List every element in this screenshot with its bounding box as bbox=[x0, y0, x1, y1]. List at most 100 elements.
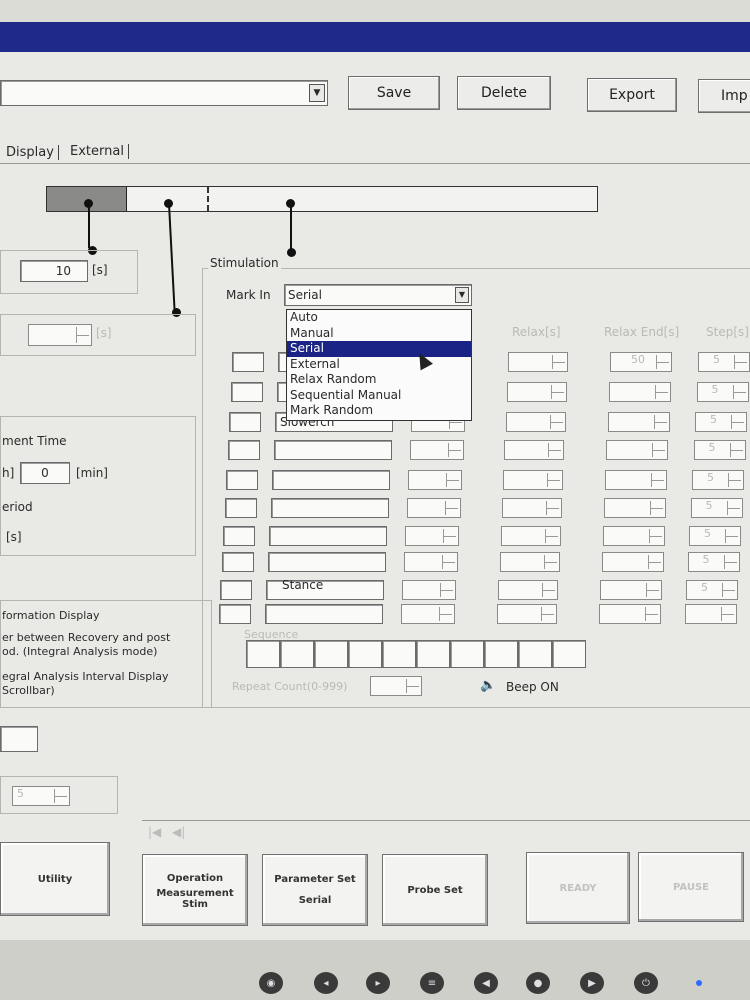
row-value-stepper[interactable] bbox=[405, 526, 459, 546]
row-relax-end-stepper[interactable] bbox=[600, 580, 663, 600]
menu-icon[interactable]: ≡ bbox=[420, 972, 444, 994]
row-value-stepper[interactable] bbox=[402, 580, 456, 600]
dropdown-option[interactable]: External bbox=[287, 357, 471, 373]
left-arrow-icon[interactable]: ◀ bbox=[474, 972, 498, 994]
row-relax-stepper[interactable] bbox=[498, 580, 559, 600]
row-value-stepper[interactable] bbox=[406, 498, 461, 518]
scroll-prev-icon[interactable]: ◀| bbox=[172, 825, 185, 839]
row-index-field[interactable] bbox=[226, 470, 258, 490]
row-step-stepper[interactable]: 5 bbox=[686, 580, 738, 600]
left-spin-stepper[interactable]: 5 bbox=[12, 786, 70, 806]
minute-input[interactable]: 0 bbox=[20, 462, 70, 484]
speaker-icon[interactable]: 🔈 bbox=[480, 678, 496, 693]
row-step-stepper[interactable]: 5 bbox=[695, 412, 747, 432]
parameter-set-button[interactable]: Parameter Set Serial bbox=[262, 854, 368, 926]
mark-in-dropdown-list[interactable]: Auto Manual Serial External Relax Random… bbox=[286, 309, 472, 421]
row-name-field[interactable] bbox=[269, 526, 387, 546]
bottom-scroll-track[interactable]: |◀ ◀| bbox=[142, 820, 750, 844]
row-value-stepper[interactable] bbox=[409, 440, 464, 460]
ready-button[interactable]: READY bbox=[526, 852, 630, 924]
row-value-stepper[interactable] bbox=[400, 604, 455, 624]
export-button[interactable]: Export bbox=[587, 78, 677, 112]
sequence-cell[interactable] bbox=[552, 640, 586, 668]
volume-up-icon[interactable]: ▸ bbox=[366, 972, 390, 994]
row-step-stepper[interactable]: 5 bbox=[687, 552, 740, 572]
operation-button[interactable]: Operation Measurement Stim bbox=[142, 854, 248, 926]
pause-button[interactable]: PAUSE bbox=[638, 852, 744, 922]
row-relax-end-stepper[interactable] bbox=[605, 470, 668, 490]
row-index-field[interactable] bbox=[232, 352, 264, 372]
row-index-field[interactable] bbox=[221, 552, 254, 572]
monitor-button-icon[interactable]: ◉ bbox=[259, 972, 283, 994]
row-index-field[interactable] bbox=[227, 440, 260, 460]
left-small-field[interactable] bbox=[0, 726, 38, 752]
chevron-down-icon[interactable]: ▼ bbox=[309, 84, 325, 102]
row-step-stepper[interactable]: 5 bbox=[689, 526, 741, 546]
dropdown-option[interactable]: Relax Random bbox=[287, 372, 471, 388]
row-relax-end-stepper[interactable] bbox=[606, 440, 669, 460]
row-relax-end-stepper[interactable] bbox=[604, 498, 666, 518]
preset-select[interactable]: ▼ bbox=[0, 80, 328, 106]
dropdown-option[interactable]: Sequential Manual bbox=[287, 388, 471, 404]
row-index-field[interactable] bbox=[230, 382, 263, 402]
row-relax-stepper[interactable] bbox=[504, 440, 565, 460]
row-relax-stepper[interactable] bbox=[506, 382, 567, 402]
sequence-cell[interactable] bbox=[348, 640, 382, 668]
row-step-stepper[interactable]: 5 bbox=[696, 382, 749, 402]
mark-in-select[interactable]: Serial ▼ bbox=[284, 284, 472, 306]
row-index-field[interactable] bbox=[224, 498, 257, 518]
import-button[interactable]: Imp bbox=[698, 79, 750, 113]
row-index-field[interactable] bbox=[223, 526, 255, 546]
row-step-stepper[interactable]: 5 bbox=[698, 352, 750, 372]
tab-display[interactable]: Display bbox=[6, 145, 59, 160]
sequence-cell[interactable] bbox=[246, 640, 280, 668]
sequence-cell[interactable] bbox=[518, 640, 552, 668]
sequence-cell[interactable] bbox=[484, 640, 518, 668]
row-relax-stepper[interactable] bbox=[505, 412, 566, 432]
timer-input[interactable]: 10 bbox=[20, 260, 88, 282]
row-name-field[interactable] bbox=[267, 552, 386, 572]
row-relax-end-stepper[interactable] bbox=[599, 604, 662, 624]
row-name-field[interactable] bbox=[264, 604, 383, 624]
utility-button[interactable]: Utility bbox=[0, 842, 110, 916]
row-relax-stepper[interactable] bbox=[500, 526, 561, 546]
row-relax-end-stepper[interactable] bbox=[608, 382, 671, 402]
repeat-count-stepper[interactable] bbox=[370, 676, 422, 696]
row-relax-stepper[interactable] bbox=[508, 352, 568, 372]
row-relax-end-stepper[interactable] bbox=[602, 526, 665, 546]
row-step-stepper[interactable] bbox=[684, 604, 737, 624]
row-index-field[interactable] bbox=[229, 412, 261, 432]
row-step-stepper[interactable]: 5 bbox=[693, 440, 746, 460]
select-icon[interactable]: ● bbox=[526, 972, 550, 994]
dropdown-option-selected[interactable]: Serial bbox=[287, 341, 471, 357]
row-relax-end-stepper[interactable] bbox=[601, 552, 664, 572]
sequence-cell[interactable] bbox=[450, 640, 484, 668]
row-relax-stepper[interactable] bbox=[503, 470, 564, 490]
row-name-field[interactable] bbox=[272, 470, 390, 490]
row-index-field[interactable] bbox=[220, 580, 252, 600]
scroll-start-icon[interactable]: |◀ bbox=[148, 825, 161, 839]
probe-set-button[interactable]: Probe Set bbox=[382, 854, 488, 926]
right-arrow-icon[interactable]: ▶ bbox=[580, 972, 604, 994]
row-relax-stepper[interactable] bbox=[499, 552, 560, 572]
volume-down-icon[interactable]: ◂ bbox=[314, 972, 338, 994]
row-relax-stepper[interactable] bbox=[497, 604, 558, 624]
sequence-cell[interactable] bbox=[416, 640, 450, 668]
dropdown-option[interactable]: Auto bbox=[287, 310, 471, 326]
delete-button[interactable]: Delete bbox=[457, 76, 551, 110]
chevron-down-icon[interactable]: ▼ bbox=[455, 287, 469, 303]
tab-external[interactable]: External bbox=[70, 144, 129, 159]
row-value-stepper[interactable] bbox=[403, 552, 458, 572]
beep-label[interactable]: Beep ON bbox=[506, 680, 559, 694]
dropdown-option[interactable]: Mark Random bbox=[287, 403, 471, 419]
row-index-field[interactable] bbox=[218, 604, 251, 624]
sequence-cell[interactable] bbox=[314, 640, 348, 668]
sequence-cell[interactable] bbox=[280, 640, 314, 668]
row-step-stepper[interactable]: 5 bbox=[690, 498, 743, 518]
row-name-field[interactable] bbox=[270, 498, 389, 518]
row-value-stepper[interactable] bbox=[408, 470, 462, 490]
timeline-bar[interactable] bbox=[46, 186, 598, 212]
save-button[interactable]: Save bbox=[348, 76, 440, 110]
sequence-cell[interactable] bbox=[382, 640, 416, 668]
row-relax-stepper[interactable] bbox=[502, 498, 562, 518]
